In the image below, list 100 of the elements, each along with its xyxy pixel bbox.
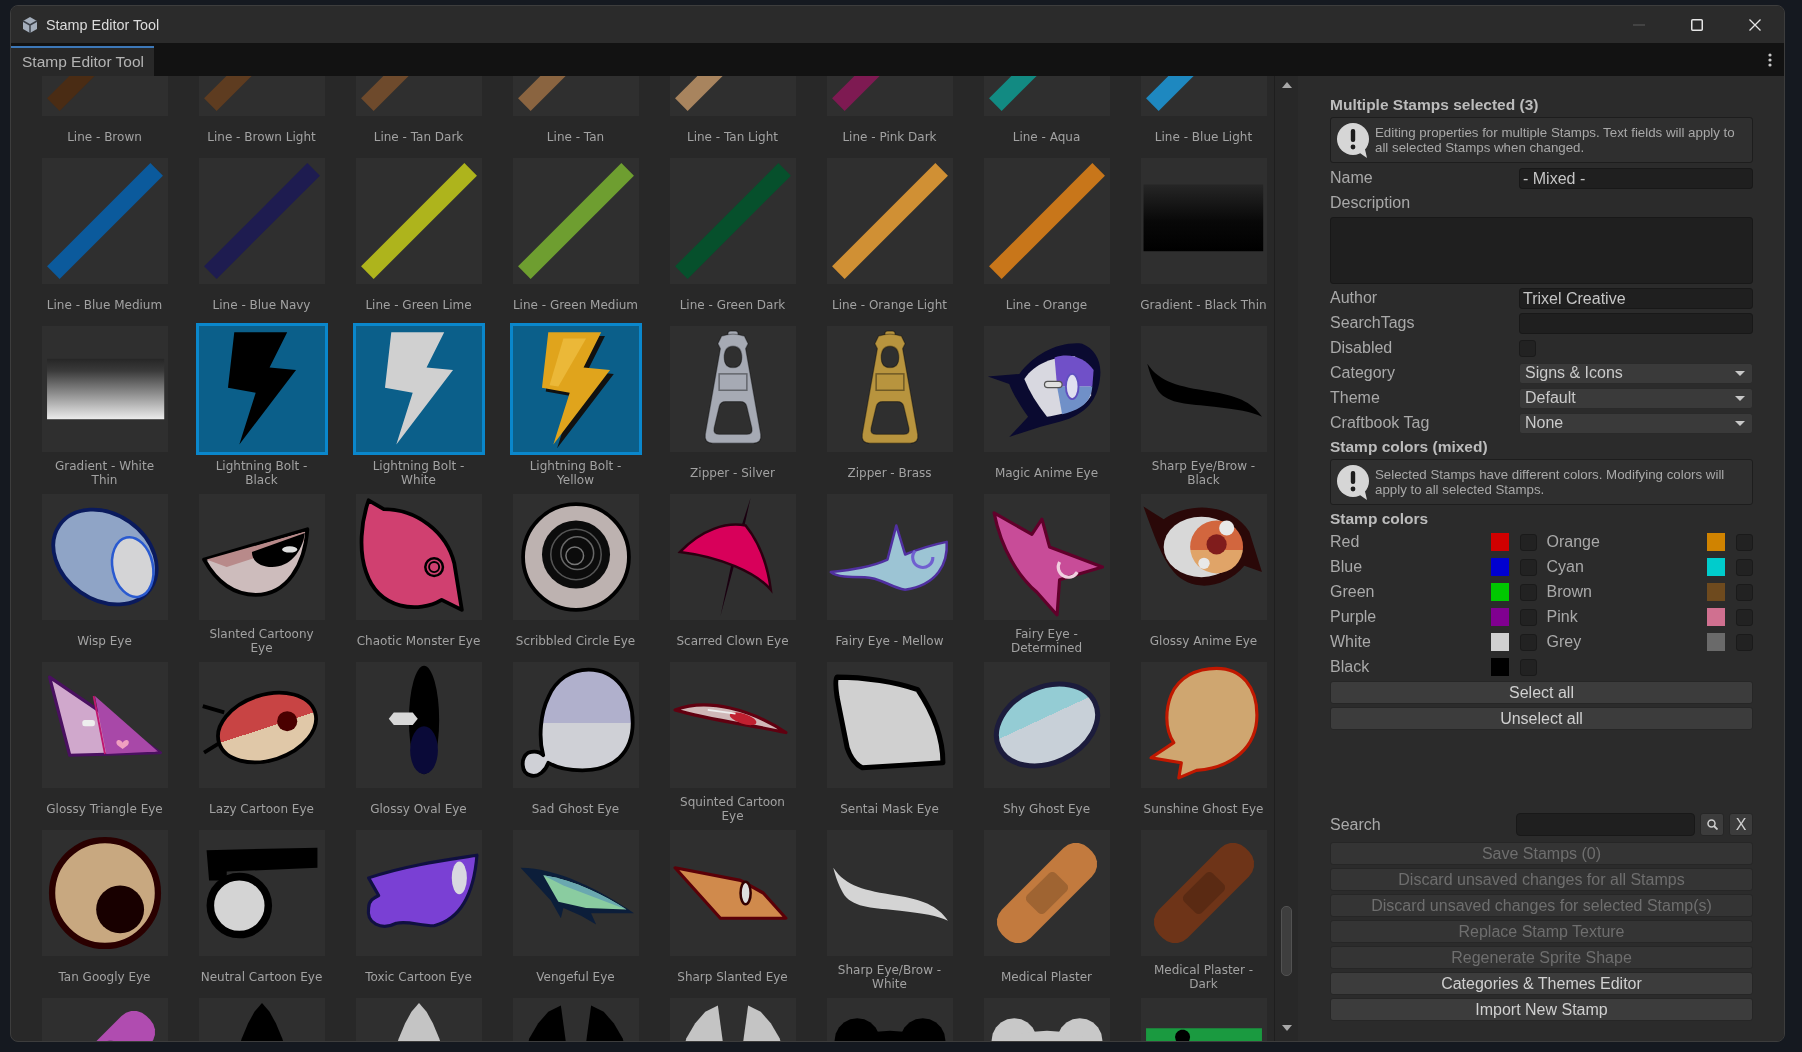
tab[interactable]: Stamp Editor Tool: [11, 46, 155, 76]
eye-icon: [672, 703, 787, 735]
action-button[interactable]: Categories & Themes Editor: [1330, 972, 1753, 995]
color-swatch[interactable]: [1707, 583, 1725, 601]
action-button[interactable]: Unselect all: [1330, 707, 1753, 730]
field-label: Red: [1330, 533, 1360, 551]
stamp-tile[interactable]: [355, 662, 482, 788]
eye-icon: [201, 527, 309, 597]
field-label: Purple: [1330, 608, 1377, 626]
stamp-tile[interactable]: [826, 494, 953, 620]
stamp-tile[interactable]: [983, 830, 1110, 956]
stamp-tile[interactable]: [826, 662, 953, 788]
color-swatch[interactable]: [1707, 633, 1725, 651]
stamp-tile[interactable]: [512, 830, 639, 956]
stamp-tile[interactable]: [512, 494, 639, 620]
stamp-name: Zipper - Silver: [690, 465, 775, 481]
eye-icon: [200, 690, 318, 765]
more-icon[interactable]: [1768, 52, 1772, 67]
eye-icon: [987, 343, 1100, 437]
stamp-name: Line - Green Dark: [679, 297, 786, 313]
zipper-pull-icon: [861, 330, 918, 444]
color-swatch[interactable]: [1490, 658, 1509, 676]
stamp-name: Line - Orange Light: [831, 297, 948, 313]
maximize-icon[interactable]: [1691, 18, 1703, 31]
stamp-name: Line - Green Medium: [512, 297, 639, 313]
brow-stroke-icon: [832, 867, 948, 921]
color-swatch[interactable]: [1490, 533, 1509, 551]
color-swatch[interactable]: [1707, 533, 1725, 551]
stamp-tile[interactable]: [355, 494, 482, 620]
stamp-tile[interactable]: [198, 158, 325, 284]
stamp-tile[interactable]: [195, 323, 328, 455]
stamp-tile[interactable]: [41, 158, 168, 284]
scrollbar-thumb[interactable]: [1281, 906, 1292, 976]
stamp-tile[interactable]: [41, 326, 168, 452]
close-icon[interactable]: [1749, 18, 1761, 31]
stamp-tile[interactable]: [198, 830, 325, 956]
ear-icon: [240, 1003, 283, 1041]
stamp-name: Vengeful Eye: [536, 969, 615, 985]
color-swatch[interactable]: [1707, 608, 1725, 626]
stamp-tile[interactable]: [509, 323, 642, 455]
stamp-tile[interactable]: [1140, 830, 1267, 956]
stamp-tile[interactable]: [826, 326, 953, 452]
text-field[interactable]: Trixel Creative: [1519, 287, 1753, 309]
stamp-tile[interactable]: [669, 494, 796, 620]
stamp-tile[interactable]: [669, 326, 796, 452]
dropdown[interactable]: None: [1519, 412, 1753, 434]
stamp-tile[interactable]: [669, 158, 796, 284]
stamp-tile[interactable]: [669, 662, 796, 788]
color-swatch[interactable]: [1490, 558, 1509, 576]
field-label: Name: [1330, 169, 1373, 187]
stamp-name: Fairy Eye - Determined: [1009, 626, 1084, 656]
field-label: Category: [1330, 364, 1395, 382]
field-label: Craftbook Tag: [1330, 414, 1430, 432]
stamp-tile[interactable]: [1140, 494, 1267, 620]
stamp-tile[interactable]: [983, 326, 1110, 452]
stamp-tile[interactable]: [983, 494, 1110, 620]
stamp-name: Sad Ghost Eye: [531, 801, 620, 817]
stamp-tile[interactable]: [355, 830, 482, 956]
dropdown[interactable]: Default: [1519, 387, 1753, 409]
field-label: Theme: [1330, 389, 1380, 407]
diagonal-stripe-icon: [46, 163, 163, 279]
notice-text: Selected Stamps have different colors. Modifying colors will apply to all selected Stamps.: [1375, 467, 1726, 497]
dropdown[interactable]: Signs & Icons: [1519, 362, 1753, 384]
color-swatch[interactable]: [1490, 583, 1509, 601]
stamp-tile[interactable]: [1140, 662, 1267, 788]
action-button[interactable]: Import New Stamp: [1330, 998, 1753, 1021]
stamp-tile[interactable]: [1140, 158, 1267, 284]
stamp-name: Scarred Clown Eye: [676, 633, 789, 649]
clear-button[interactable]: X: [1729, 813, 1753, 836]
action-button[interactable]: Select all: [1330, 681, 1753, 704]
stamp-tile[interactable]: [41, 494, 168, 620]
stamp-tile[interactable]: [512, 662, 639, 788]
stamp-name: Neutral Cartoon Eye: [200, 969, 323, 985]
stamp-tile[interactable]: [983, 158, 1110, 284]
stamp-tile[interactable]: [41, 662, 168, 788]
stamp-tile[interactable]: [1140, 326, 1267, 452]
color-swatch[interactable]: [1707, 558, 1725, 576]
stamp-name: Line - Blue Medium: [46, 297, 163, 313]
stamp-tile[interactable]: [352, 323, 485, 455]
cube-icon: [21, 15, 39, 34]
scroll-down-icon[interactable]: [1281, 1025, 1292, 1031]
text-field[interactable]: - Mixed -: [1519, 167, 1753, 189]
stamp-tile[interactable]: [826, 830, 953, 956]
search-button[interactable]: [1700, 813, 1724, 836]
scroll-up-icon[interactable]: [1281, 82, 1292, 88]
bandage-icon: [996, 843, 1097, 943]
stamp-tile[interactable]: [198, 662, 325, 788]
color-swatch[interactable]: [1490, 633, 1509, 651]
stamp-tile[interactable]: [512, 158, 639, 284]
eye-icon: [993, 681, 1100, 769]
stamp-tile[interactable]: [826, 158, 953, 284]
stamp-name: Line - Tan Light: [687, 129, 778, 145]
stamp-tile[interactable]: [983, 662, 1110, 788]
stamp-tile[interactable]: [198, 494, 325, 620]
stamp-tile[interactable]: [669, 830, 796, 956]
exclamation-bubble-icon: [1337, 464, 1369, 500]
stamp-tile[interactable]: [355, 158, 482, 284]
stamp-tile[interactable]: [41, 830, 168, 956]
stamp-name: Zipper - Brass: [847, 465, 932, 481]
color-swatch[interactable]: [1490, 608, 1509, 626]
